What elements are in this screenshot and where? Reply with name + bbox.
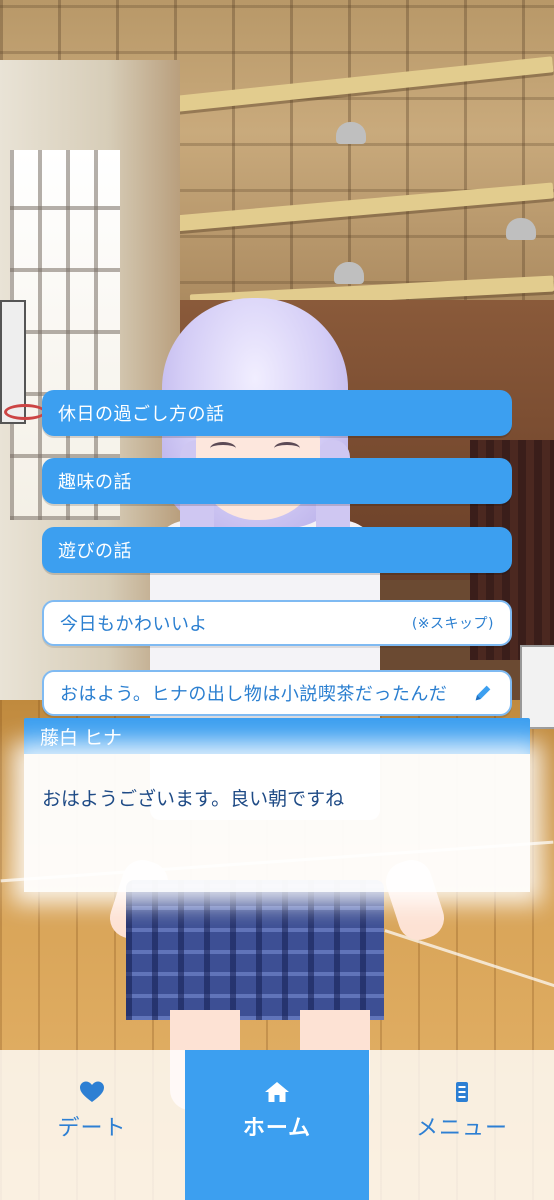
bottom-nav: デート ホーム メニュー bbox=[0, 1050, 554, 1200]
nav-menu[interactable]: メニュー bbox=[370, 1050, 554, 1200]
basketball-hoop bbox=[4, 404, 46, 420]
dialogue-box[interactable]: おはようございます。良い朝ですね bbox=[24, 754, 530, 892]
eye-left bbox=[210, 442, 236, 455]
choice-holiday-talk[interactable]: 休日の過ごし方の話 bbox=[42, 390, 512, 436]
menu-list-icon bbox=[456, 1082, 468, 1102]
ceiling-lamp bbox=[336, 122, 366, 144]
speaker-name-tag: 藤白 ヒナ bbox=[24, 718, 530, 754]
character-skirt bbox=[126, 880, 384, 1020]
choice-good-morning-custom[interactable]: おはよう。ヒナの出し物は小説喫茶だったんだ bbox=[42, 670, 512, 716]
choice-label: おはよう。ヒナの出し物は小説喫茶だったんだ bbox=[60, 684, 448, 705]
choice-label: 今日もかわいいよ bbox=[60, 614, 208, 635]
whiteboard bbox=[520, 645, 554, 729]
nav-home[interactable]: ホーム bbox=[185, 1050, 369, 1200]
speaker-name: 藤白 ヒナ bbox=[40, 726, 123, 749]
nav-label: ホーム bbox=[242, 1116, 312, 1141]
choice-label: 趣味の話 bbox=[58, 472, 132, 493]
game-screen[interactable]: 休日の過ごし方の話 趣味の話 遊びの話 今日もかわいいよ (※スキップ) おはよ… bbox=[0, 0, 554, 1200]
ceiling-lamp bbox=[506, 218, 536, 240]
choice-hobby-talk[interactable]: 趣味の話 bbox=[42, 458, 512, 504]
pencil-icon bbox=[475, 685, 491, 701]
nav-label: メニュー bbox=[415, 1116, 508, 1141]
nav-label: デート bbox=[57, 1116, 127, 1141]
dialogue-text: おはようございます。良い朝ですね bbox=[42, 788, 345, 810]
heart-icon bbox=[80, 1081, 104, 1102]
choice-cute-skip[interactable]: 今日もかわいいよ (※スキップ) bbox=[42, 600, 512, 646]
home-icon bbox=[265, 1082, 289, 1102]
nav-date[interactable]: デート bbox=[0, 1050, 184, 1200]
ceiling-lamp bbox=[334, 262, 364, 284]
choice-label: 遊びの話 bbox=[58, 541, 132, 562]
choice-play-talk[interactable]: 遊びの話 bbox=[42, 527, 512, 573]
eye-right bbox=[274, 442, 300, 455]
skip-note: (※スキップ) bbox=[411, 616, 494, 632]
choice-label: 休日の過ごし方の話 bbox=[58, 404, 225, 425]
